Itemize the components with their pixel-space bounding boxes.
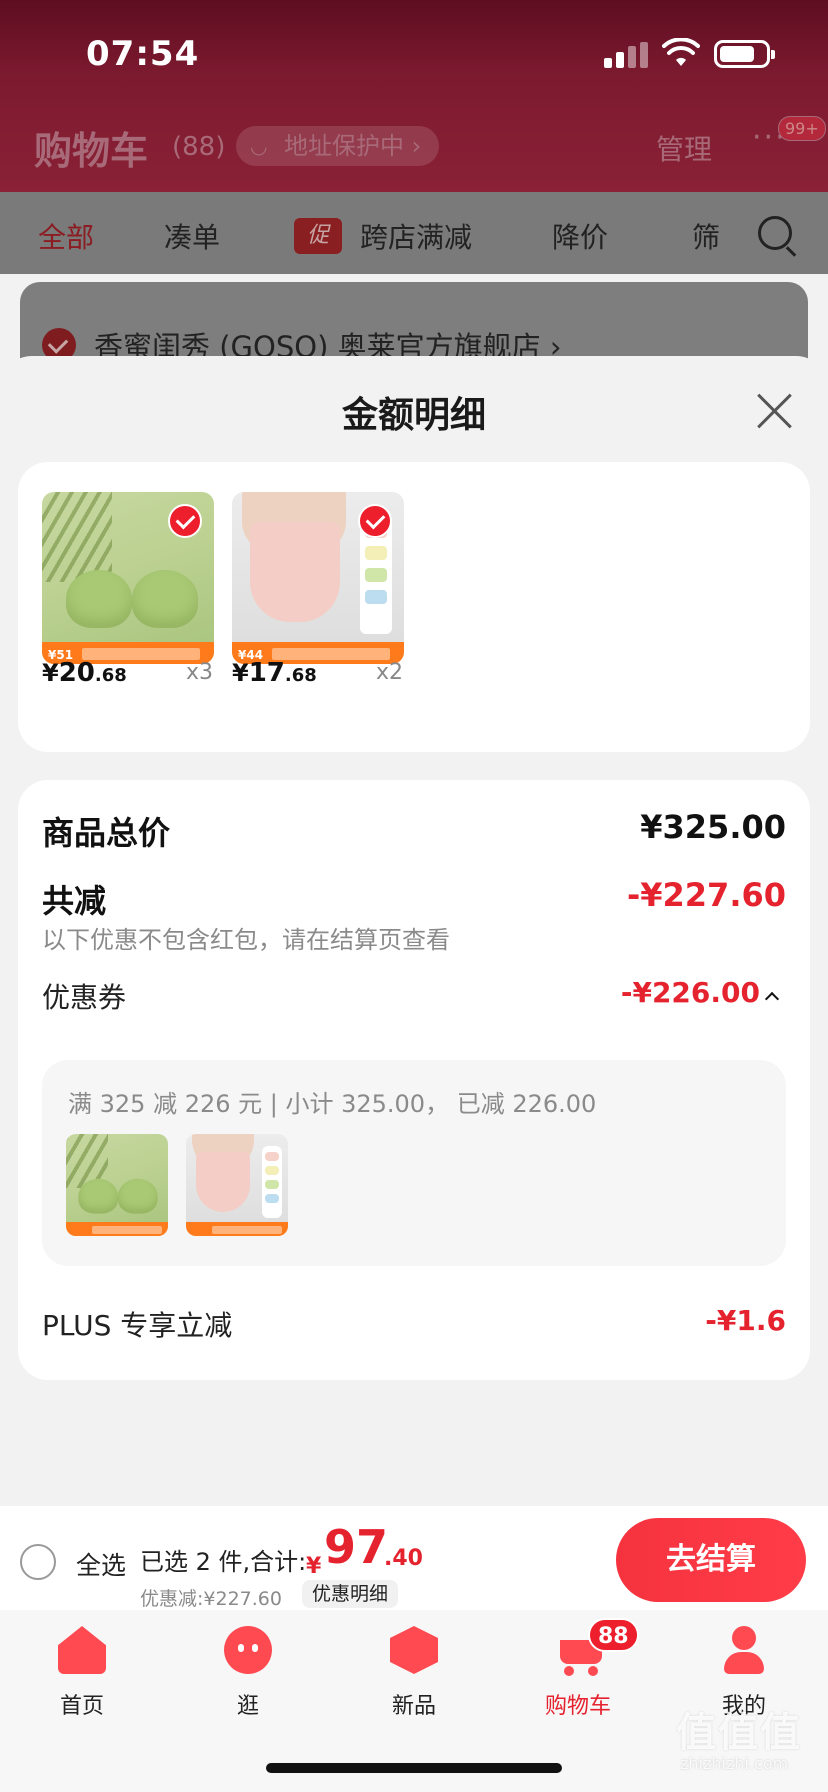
product-image-panty[interactable]: ¥44 — [232, 492, 404, 664]
box-icon — [390, 1626, 438, 1674]
cart-header: 07:54 购物车 (88) ◡ 地址保护中 › 管理 ··· 99+ — [0, 0, 828, 192]
cart-badge: 88 — [588, 1618, 639, 1652]
home-icon — [58, 1626, 106, 1674]
chevron-up-icon[interactable] — [764, 991, 780, 1007]
checkout-bar: 全选 已选 2 件,合计: ¥ 97 .40 优惠减:¥227.60 优惠明细 … — [0, 1506, 828, 1610]
discount-note: 以下优惠不包含红包，请在结算页查看 — [42, 926, 450, 954]
total-reduce-value: -¥227.60 — [626, 876, 786, 914]
total-decimal: .40 — [384, 1546, 423, 1571]
goods-total-value: ¥325.00 — [640, 808, 786, 846]
product-quantity: x3 — [186, 660, 214, 685]
sheet-title: 金额明细 — [341, 395, 486, 436]
tab-price-drop[interactable]: 降价 — [552, 216, 608, 256]
selected-check-icon[interactable] — [358, 504, 392, 538]
product-price: ¥20.68 — [42, 658, 127, 688]
discount-detail-button[interactable]: 优惠明细 — [302, 1580, 399, 1608]
coupon-product-image-panty — [186, 1134, 288, 1236]
address-protection-label: 地址保护中 › — [284, 132, 422, 160]
watermark-url: zhizhizhi.com — [680, 1754, 789, 1773]
plus-discount-label: PLUS 专享立减 — [42, 1309, 233, 1342]
tab-home[interactable]: 首页 — [22, 1626, 142, 1726]
product-price: ¥17.68 — [232, 658, 317, 688]
total-amount: 97 — [324, 1520, 389, 1574]
coupon-detail-box: 满 325 减 226 元 | 小计 325.00， 已减 226.00 — [42, 1060, 786, 1266]
close-icon[interactable] — [756, 392, 794, 430]
smile-icon: ◡ — [250, 134, 268, 158]
coupon-product-image-bra — [66, 1134, 168, 1236]
select-all-label[interactable]: 全选 — [76, 1546, 126, 1582]
selected-info: 已选 2 件,合计: — [140, 1548, 307, 1576]
plus-discount-value: -¥1.6 — [705, 1304, 786, 1337]
user-icon — [720, 1626, 768, 1674]
coupon-value[interactable]: -¥226.00 — [621, 976, 760, 1009]
address-protection-pill[interactable]: ◡ 地址保护中 › — [236, 126, 440, 166]
watermark: 值值值 — [676, 1710, 802, 1756]
promo-tag: 促 — [294, 218, 342, 254]
discount-amount: 优惠减:¥227.60 — [140, 1588, 282, 1610]
cart-count: (88) — [172, 132, 226, 162]
page-title: 购物车 — [34, 129, 149, 173]
amount-summary-card: 商品总价 ¥325.00 共减 -¥227.60 以下优惠不包含红包，请在结算页… — [18, 780, 810, 1380]
coupon-description: 满 325 减 226 元 | 小计 325.00， 已减 226.00 — [68, 1090, 597, 1118]
tab-bundle[interactable]: 凑单 — [164, 216, 220, 256]
bra-illustration — [62, 552, 202, 632]
coupon-label: 优惠券 — [42, 981, 127, 1014]
select-all-checkbox[interactable] — [20, 1544, 56, 1580]
tab-filter[interactable]: 筛 — [692, 216, 720, 256]
home-indicator — [266, 1763, 562, 1773]
tab-new[interactable]: 新品 — [354, 1626, 474, 1726]
selected-check-icon[interactable] — [168, 504, 202, 538]
amount-detail-sheet: 金额明细 ¥51 ¥20.68 x3 ¥44 ¥17.68 x2 商品总价 ¥3… — [0, 356, 828, 1506]
wifi-icon — [662, 38, 700, 66]
status-bar: 07:54 — [0, 0, 828, 110]
tab-cross-store[interactable]: 跨店满减 — [360, 216, 472, 256]
manage-button[interactable]: 管理 — [656, 128, 712, 168]
product-image-bra[interactable]: ¥51 — [42, 492, 214, 664]
tab-browse[interactable]: 逛 — [188, 1626, 308, 1726]
panty-illustration — [250, 522, 340, 622]
signal-icon — [604, 42, 648, 68]
battery-icon — [714, 40, 775, 68]
message-badge: 99+ — [778, 116, 826, 141]
total-yen: ¥ — [306, 1554, 322, 1579]
checkout-button[interactable]: 去结算 — [616, 1518, 806, 1602]
selected-products-card: ¥51 ¥20.68 x3 ¥44 ¥17.68 x2 — [18, 462, 810, 752]
tab-all[interactable]: 全部 — [38, 216, 94, 256]
tab-cart[interactable]: 88 购物车 — [518, 1618, 639, 1726]
product-quantity: x2 — [376, 660, 404, 685]
goods-total-label: 商品总价 — [42, 814, 171, 852]
browse-icon — [224, 1626, 272, 1674]
search-icon[interactable] — [758, 216, 792, 250]
status-time: 07:54 — [86, 34, 200, 74]
total-reduce-label: 共减 — [42, 882, 107, 920]
